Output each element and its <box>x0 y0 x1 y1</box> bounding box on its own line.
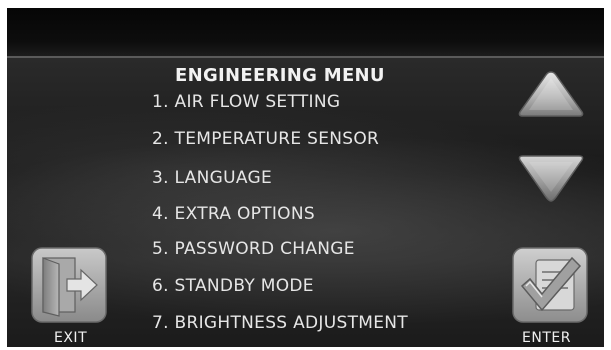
triangle-down-icon <box>518 155 584 202</box>
menu-item-password-change[interactable]: 5. PASSWORD CHANGE <box>152 239 355 259</box>
enter-button[interactable]: ENTER <box>510 246 594 346</box>
menu-item-air-flow-setting[interactable]: 1. AIR FLOW SETTING <box>152 92 340 112</box>
exit-label: EXIT <box>54 330 88 346</box>
menu-item-extra-options[interactable]: 4. EXTRA OPTIONS <box>152 204 315 224</box>
scroll-up-button[interactable] <box>515 68 587 120</box>
checkmark-clipboard-icon <box>512 247 588 323</box>
enter-label: ENTER <box>522 330 571 346</box>
top-bar <box>7 8 604 58</box>
door-exit-icon <box>31 247 107 323</box>
menu-item-language[interactable]: 3. LANGUAGE <box>152 168 272 188</box>
triangle-up-icon <box>518 71 584 117</box>
display-screen: ENGINEERING MENU 1. AIR FLOW SETTING 2. … <box>7 8 604 347</box>
menu-item-temperature-sensor[interactable]: 2. TEMPERATURE SENSOR <box>152 129 379 149</box>
page-title: ENGINEERING MENU <box>175 65 385 86</box>
menu-item-standby-mode[interactable]: 6. STANDBY MODE <box>152 276 314 296</box>
scroll-down-button[interactable] <box>515 152 587 204</box>
exit-button[interactable]: EXIT <box>29 246 109 346</box>
menu-item-brightness-adjustment[interactable]: 7. BRIGHTNESS ADJUSTMENT <box>152 313 408 333</box>
